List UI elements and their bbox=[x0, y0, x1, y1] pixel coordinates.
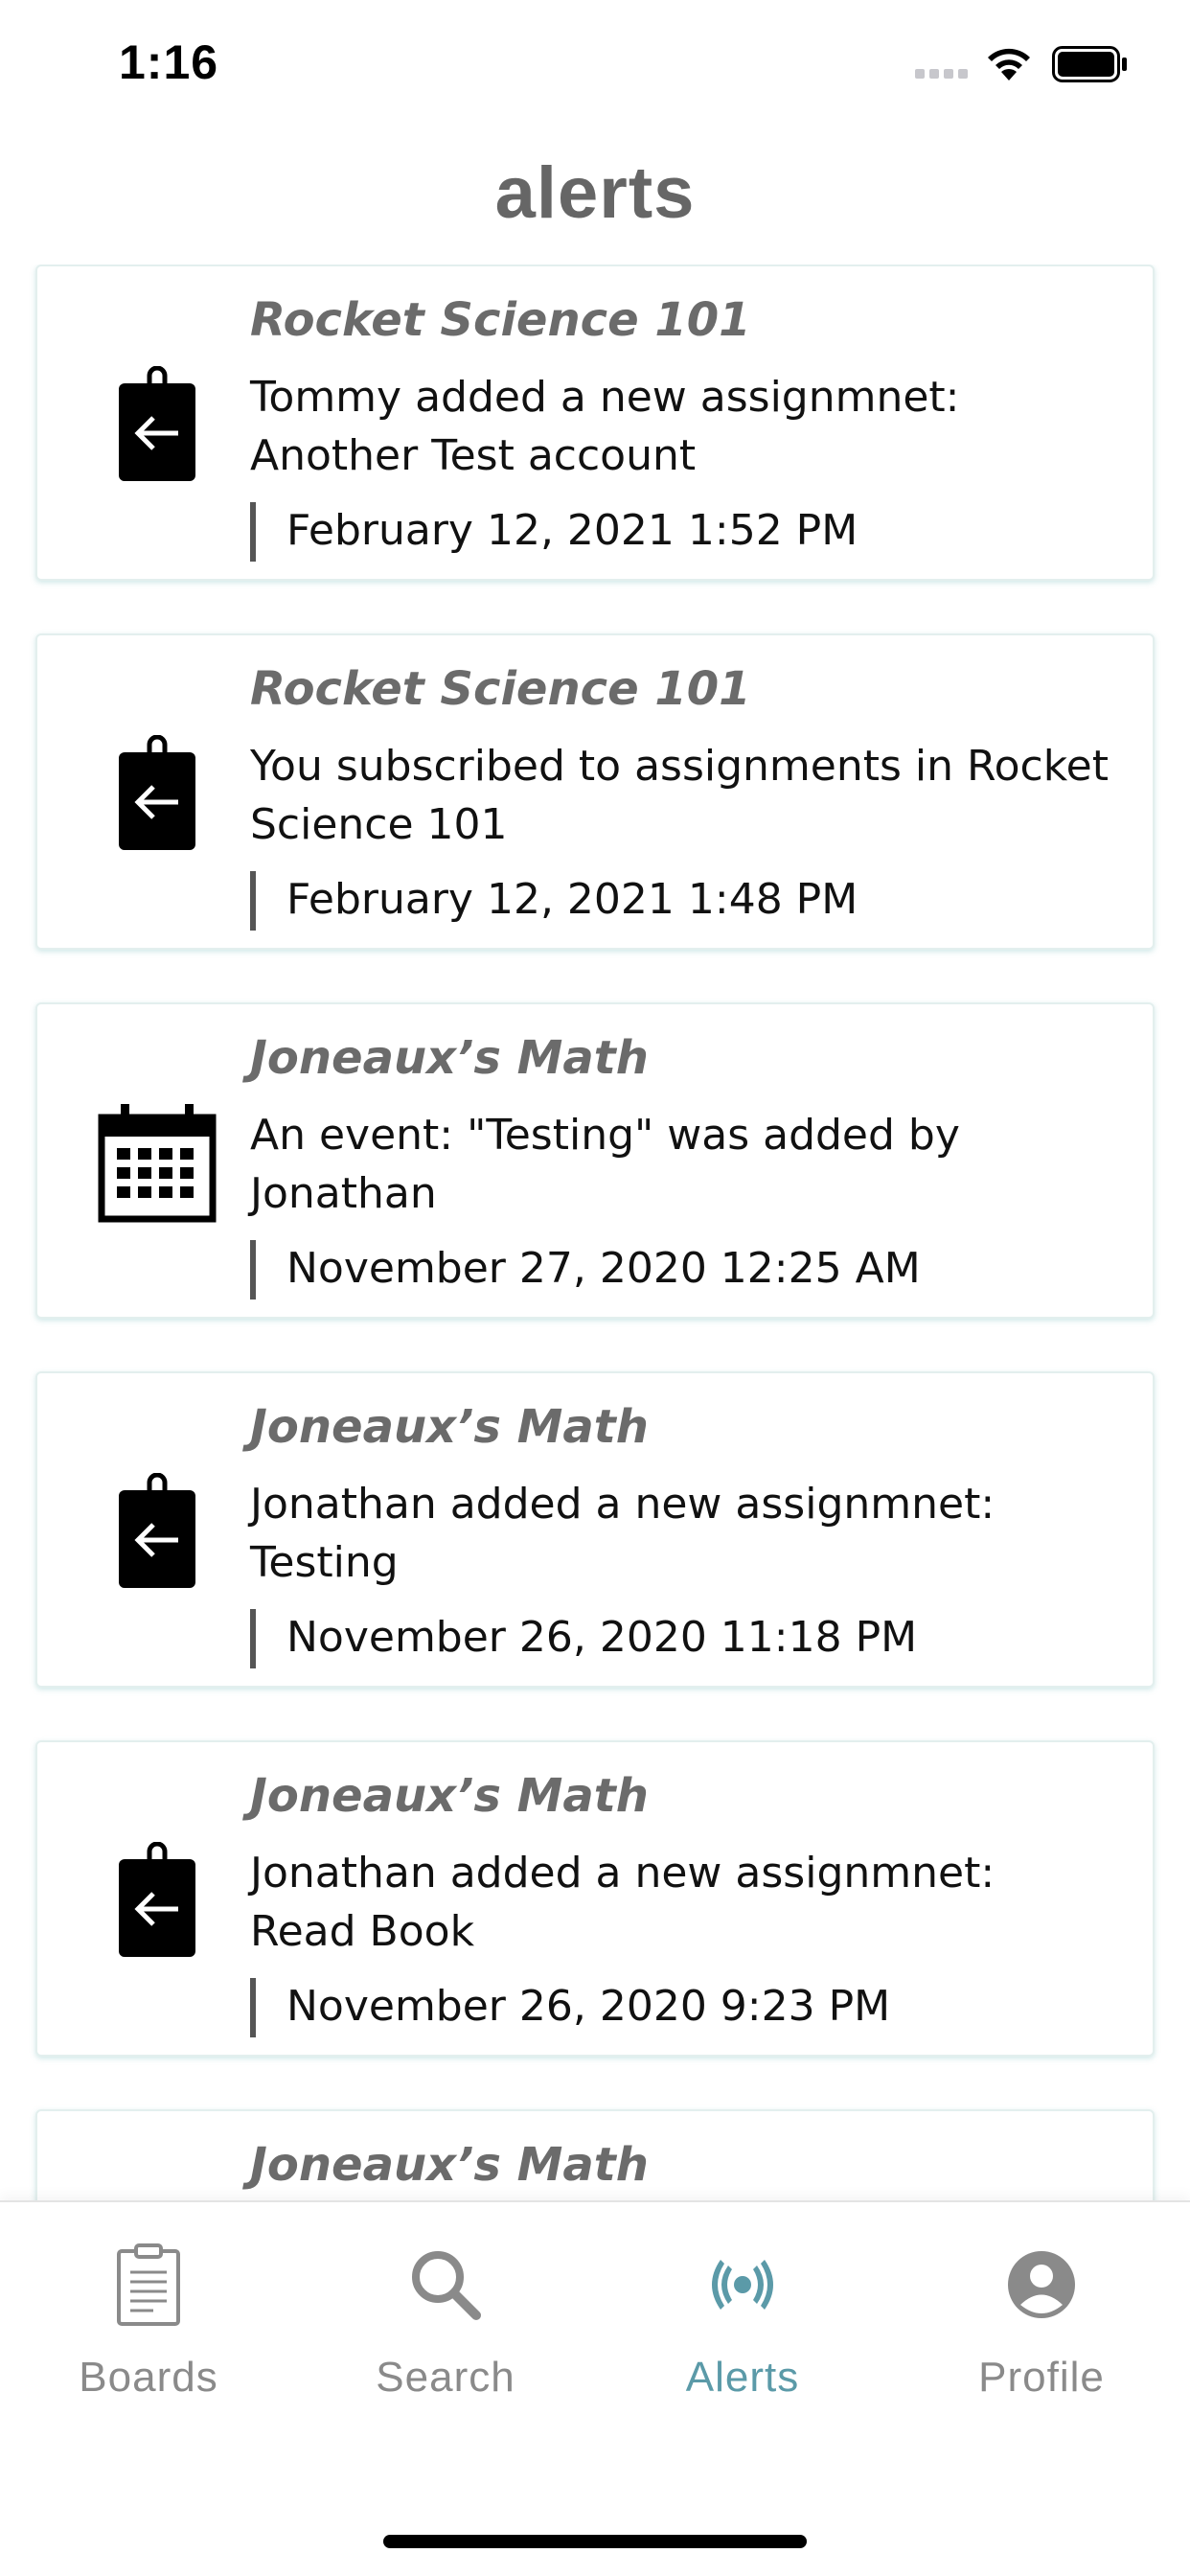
user-circle-icon bbox=[893, 2237, 1190, 2333]
date-divider bbox=[250, 1609, 256, 1668]
search-icon bbox=[297, 2237, 594, 2333]
alert-card[interactable]: Joneaux’s Math An event: "Testing" was a… bbox=[35, 1002, 1155, 1319]
tab-alerts-label: Alerts bbox=[685, 2354, 800, 2401]
alert-date: November 26, 2020 9:23 PM bbox=[286, 1982, 891, 2031]
date-divider bbox=[250, 871, 256, 931]
tab-alerts[interactable]: Alerts bbox=[594, 2237, 891, 2402]
tab-bar: Boards Search Alerts Profile bbox=[0, 2200, 1190, 2576]
calendar-icon bbox=[85, 1100, 229, 1225]
status-time: 1:16 bbox=[119, 35, 219, 89]
tab-boards-label: Boards bbox=[79, 2354, 218, 2401]
alert-card[interactable]: Joneaux’s Math Jonathan added a new assi… bbox=[35, 1371, 1155, 1688]
clipboard-return-icon bbox=[85, 731, 229, 856]
tab-profile[interactable]: Profile bbox=[893, 2237, 1190, 2402]
wifi-icon bbox=[988, 48, 1030, 80]
alert-message: You subscribed to assignments in Rocket … bbox=[250, 742, 1109, 849]
alert-message: Tommy added a new assignmnet: Another Te… bbox=[250, 373, 960, 480]
tab-profile-label: Profile bbox=[978, 2354, 1105, 2401]
alert-board-name: Rocket Science 101 bbox=[250, 293, 751, 347]
alert-date: February 12, 2021 1:48 PM bbox=[286, 875, 858, 924]
home-indicator[interactable] bbox=[383, 2535, 807, 2548]
alert-date: February 12, 2021 1:52 PM bbox=[286, 506, 858, 555]
battery-icon bbox=[1052, 46, 1127, 82]
alert-message: An event: "Testing" was added by Jonatha… bbox=[250, 1111, 960, 1218]
clipboard-return-icon bbox=[85, 1469, 229, 1594]
alert-message: Jonathan added a new assignmnet: Testing bbox=[250, 1480, 995, 1587]
alert-board-name: Joneaux’s Math bbox=[250, 2138, 649, 2192]
clipboard-return-icon bbox=[85, 1838, 229, 1963]
alert-date: November 27, 2020 12:25 AM bbox=[286, 1244, 921, 1293]
cellular-signal-icon bbox=[915, 69, 968, 79]
alert-board-name: Joneaux’s Math bbox=[250, 1400, 649, 1454]
alerts-list[interactable]: Rocket Science 101 Tommy added a new ass… bbox=[0, 264, 1190, 2200]
tab-search-label: Search bbox=[376, 2354, 515, 2401]
tab-boards[interactable]: Boards bbox=[0, 2237, 297, 2402]
alert-card[interactable]: Rocket Science 101 Tommy added a new ass… bbox=[35, 264, 1155, 581]
alert-card[interactable]: Joneaux’s Math Jonathan added a new assi… bbox=[35, 1740, 1155, 2057]
broadcast-icon bbox=[594, 2237, 891, 2333]
tab-search[interactable]: Search bbox=[297, 2237, 594, 2402]
status-bar: 1:16 bbox=[0, 0, 1190, 126]
date-divider bbox=[250, 502, 256, 562]
clipboard-icon bbox=[0, 2237, 297, 2333]
clipboard-return-icon bbox=[85, 362, 229, 487]
alert-card[interactable]: Rocket Science 101 You subscribed to ass… bbox=[35, 633, 1155, 950]
alert-message: Jonathan added a new assignmnet: Read Bo… bbox=[250, 1849, 995, 1956]
alert-date: November 26, 2020 11:18 PM bbox=[286, 1613, 918, 1662]
alert-board-name: Joneaux’s Math bbox=[250, 1031, 649, 1085]
alert-board-name: Joneaux’s Math bbox=[250, 1769, 649, 1823]
alert-board-name: Rocket Science 101 bbox=[250, 662, 751, 716]
page-title: alerts bbox=[494, 152, 696, 234]
alerts-screen: 1:16 alerts Rocket Science 101 Tommy add… bbox=[0, 0, 1190, 2576]
date-divider bbox=[250, 1240, 256, 1300]
date-divider bbox=[250, 1978, 256, 2037]
alert-card[interactable]: Joneaux’s Math bbox=[35, 2109, 1155, 2200]
